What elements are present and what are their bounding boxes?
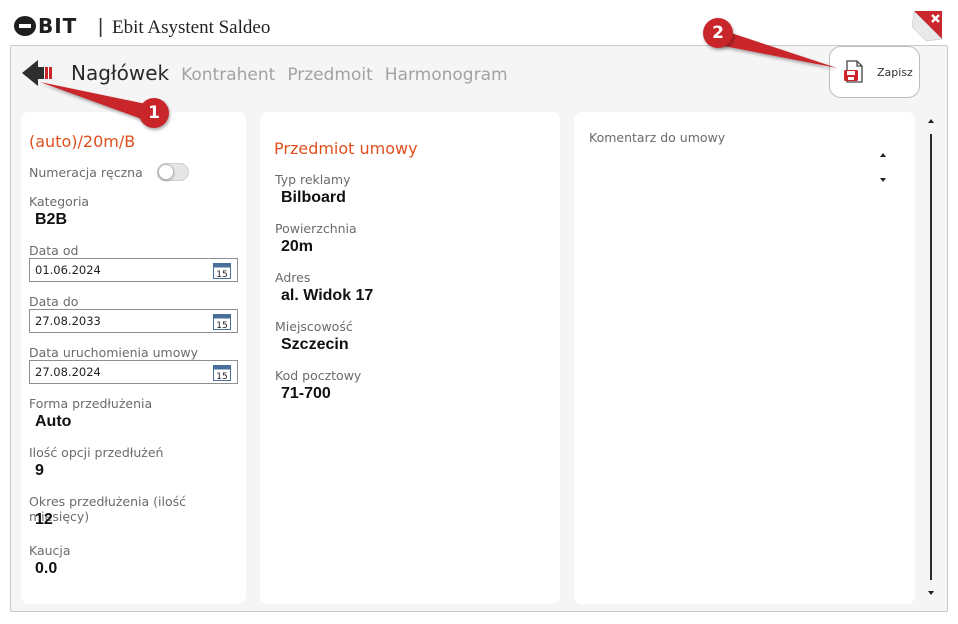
comment-label: Komentarz do umowy bbox=[589, 130, 726, 145]
date-from-input[interactable]: 01.06.2024 15 bbox=[29, 258, 238, 282]
contract-number: (auto)/20m/B bbox=[29, 132, 136, 151]
header-card: (auto)/20m/B Numeracja ręczna Kategoria … bbox=[21, 112, 246, 604]
postal-code-value: 71-700 bbox=[281, 385, 331, 402]
save-file-icon bbox=[844, 60, 863, 83]
calendar-day: 15 bbox=[216, 270, 227, 279]
scroll-down-icon[interactable] bbox=[925, 588, 937, 598]
scroll-up-icon[interactable] bbox=[925, 116, 937, 126]
date-to-label: Data do bbox=[29, 294, 79, 309]
tab-harmonogram[interactable]: Harmonogram bbox=[385, 65, 508, 85]
subject-card: Przedmiot umowy Typ reklamy Bilboard Pow… bbox=[260, 112, 560, 604]
save-button[interactable]: Zapisz bbox=[829, 46, 920, 98]
callout-badge-1: 1 bbox=[139, 98, 169, 128]
date-from-label: Data od bbox=[29, 243, 79, 258]
window-title: Ebit Asystent Saldeo bbox=[112, 17, 271, 38]
area-label: Powierzchnia bbox=[275, 221, 357, 236]
ad-type-value: Bilboard bbox=[281, 189, 346, 206]
deposit-value: 0.0 bbox=[35, 560, 58, 577]
tab-przedmiot[interactable]: Przedmoit bbox=[287, 65, 372, 85]
category-value: B2B bbox=[35, 211, 68, 228]
comment-scroll-down-icon[interactable] bbox=[877, 175, 889, 185]
calendar-icon[interactable]: 15 bbox=[213, 313, 231, 330]
manual-numbering-toggle[interactable] bbox=[157, 163, 189, 181]
callout-badge-2: 2 bbox=[703, 18, 733, 48]
scrollbar-thumb[interactable] bbox=[930, 134, 932, 580]
calendar-icon[interactable]: 15 bbox=[213, 364, 231, 381]
extension-count-label: Ilość opcji przedłużeń bbox=[29, 445, 164, 460]
extension-period-label: Okres przedłużenia (ilość miesięcy) bbox=[29, 494, 186, 524]
save-button-label: Zapisz bbox=[877, 65, 913, 79]
address-label: Adres bbox=[275, 270, 311, 285]
city-label: Miejscowość bbox=[275, 319, 353, 334]
start-date-input[interactable]: 27.08.2024 15 bbox=[29, 360, 238, 384]
extension-form-label: Forma przedłużenia bbox=[29, 396, 153, 411]
title-bar: BIT | Ebit Asystent Saldeo bbox=[0, 0, 958, 44]
start-date-value: 27.08.2024 bbox=[35, 365, 101, 379]
date-from-value: 01.06.2024 bbox=[35, 263, 101, 277]
logo-text: BIT bbox=[38, 14, 78, 38]
tab-kontrahent[interactable]: Kontrahent bbox=[181, 65, 275, 85]
title-separator: | bbox=[98, 16, 104, 38]
back-arrow-icon[interactable] bbox=[22, 58, 54, 88]
toggle-knob bbox=[158, 164, 174, 180]
tab-naglowek[interactable]: Nagłówek bbox=[71, 61, 169, 85]
calendar-day: 15 bbox=[216, 321, 227, 330]
extension-count-value: 9 bbox=[35, 462, 44, 479]
ebit-logo: BIT bbox=[14, 16, 77, 36]
postal-code-label: Kod pocztowy bbox=[275, 368, 362, 383]
comment-scroll-up-icon[interactable] bbox=[877, 150, 889, 160]
subject-title: Przedmiot umowy bbox=[274, 139, 418, 158]
comment-card: Komentarz do umowy bbox=[574, 112, 915, 604]
date-to-value: 27.08.2033 bbox=[35, 314, 101, 328]
calendar-day: 15 bbox=[216, 372, 227, 381]
calendar-icon[interactable]: 15 bbox=[213, 262, 231, 279]
extension-form-value: Auto bbox=[35, 413, 72, 430]
close-icon[interactable] bbox=[912, 9, 946, 43]
start-date-label: Data uruchomienia umowy bbox=[29, 345, 198, 360]
city-value: Szczecin bbox=[281, 336, 349, 353]
logo-mark-icon bbox=[14, 16, 36, 36]
extension-period-value: 12 bbox=[35, 511, 53, 528]
area-value: 20m bbox=[281, 238, 314, 255]
address-value: al. Widok 17 bbox=[281, 287, 374, 304]
manual-numbering-label: Numeracja ręczna bbox=[29, 165, 143, 180]
section-tabs: Nagłówek Kontrahent Przedmoit Harmonogra… bbox=[71, 61, 508, 85]
date-to-input[interactable]: 27.08.2033 15 bbox=[29, 309, 238, 333]
ad-type-label: Typ reklamy bbox=[275, 172, 351, 187]
category-label: Kategoria bbox=[29, 194, 90, 209]
deposit-label: Kaucja bbox=[29, 543, 71, 558]
